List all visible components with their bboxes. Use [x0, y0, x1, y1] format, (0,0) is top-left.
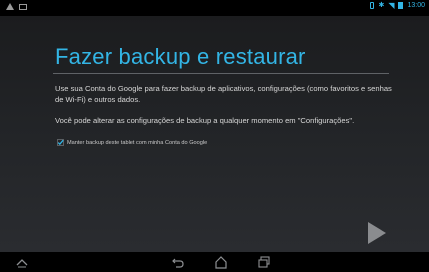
- keyboard-hide-icon: [16, 259, 28, 268]
- backup-checkbox-row[interactable]: Manter backup deste tablet com minha Con…: [57, 139, 207, 146]
- recent-apps-icon: [258, 256, 270, 268]
- status-clock: 13:00: [407, 2, 425, 9]
- bluetooth-icon: ✱: [378, 2, 385, 9]
- phone-icon: [370, 2, 375, 9]
- warning-icon: [6, 3, 14, 10]
- battery-icon: [398, 2, 404, 9]
- next-arrow-icon: [368, 222, 386, 244]
- setup-screen: ✱ ◥ 13:00 Fazer backup e restaurar Use s…: [0, 0, 429, 252]
- back-icon: [172, 258, 184, 268]
- keyboard-hide-button[interactable]: [14, 255, 30, 269]
- recent-apps-button[interactable]: [256, 255, 272, 269]
- title-divider: [53, 73, 389, 74]
- status-bar: ✱ ◥ 13:00: [0, 0, 429, 16]
- home-icon: [215, 256, 227, 269]
- status-right: ✱ ◥ 13:00: [370, 1, 425, 10]
- wifi-icon: ◥: [388, 1, 395, 10]
- home-button[interactable]: [213, 255, 229, 269]
- image-notification-icon: [19, 3, 27, 10]
- page-title: Fazer backup e restaurar: [55, 44, 306, 69]
- settings-hint: Você pode alterar as configurações de ba…: [55, 116, 355, 125]
- backup-checkbox-label: Manter backup deste tablet com minha Con…: [67, 139, 208, 146]
- backup-checkbox[interactable]: [57, 139, 64, 146]
- status-left: [6, 3, 27, 10]
- navigation-bar: [0, 252, 429, 272]
- back-button[interactable]: [170, 255, 186, 269]
- backup-description: Use sua Conta do Google para fazer backu…: [55, 84, 392, 104]
- next-button[interactable]: [364, 220, 388, 246]
- tablet-screen: ✱ ◥ 13:00 Fazer backup e restaurar Use s…: [0, 0, 429, 272]
